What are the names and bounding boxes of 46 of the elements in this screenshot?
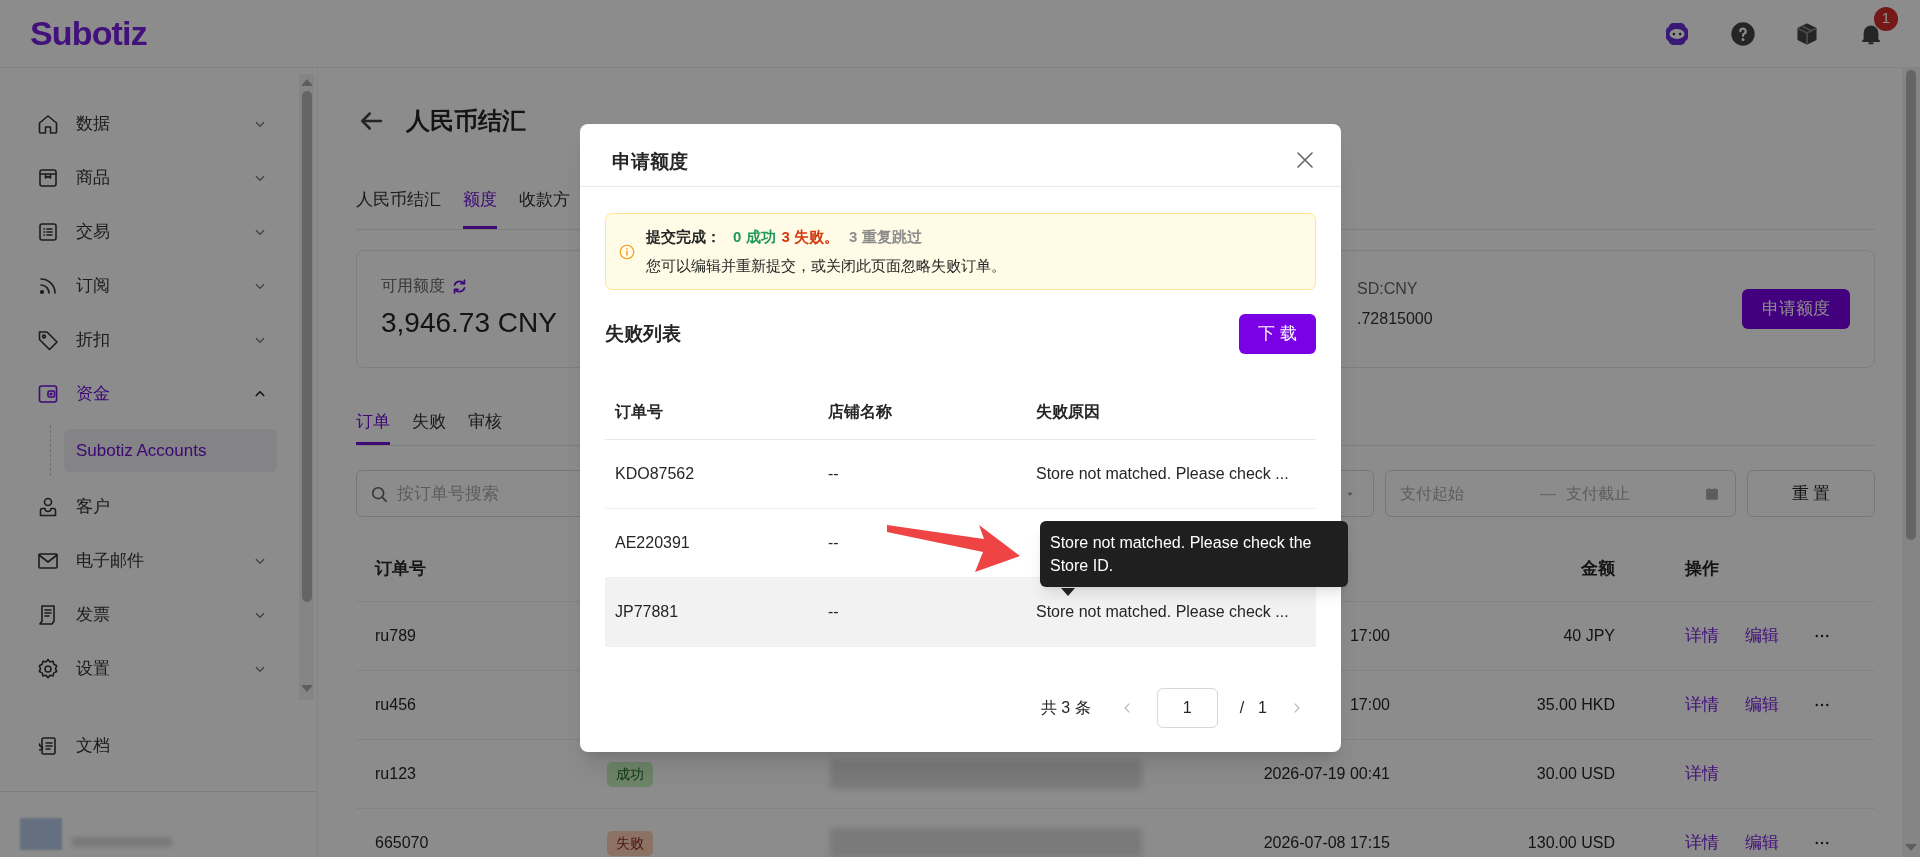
quota-amount: 3,946.73 CNY: [381, 306, 557, 340]
alert-title: 提交完成：: [646, 227, 721, 247]
table-cell-text: 665070: [374, 833, 430, 853]
column-header: 店铺名称: [827, 401, 893, 422]
page-count: 1: [1258, 698, 1267, 718]
table-cell-text: 17:00: [1349, 626, 1390, 646]
page-separator: /: [1239, 698, 1245, 718]
table-cell-text: 17:00: [1349, 695, 1390, 715]
table-cell-text: ru456: [374, 695, 417, 715]
section-title: 失败列表: [605, 321, 681, 346]
column-header: 失败原因: [1035, 401, 1101, 422]
table-cell-text: ru123: [374, 764, 417, 784]
table-cell: --: [828, 603, 839, 620]
table-cell-text: 40 JPY: [1563, 626, 1615, 646]
status-tag: 成功: [607, 761, 653, 787]
column-header: 订单号: [373, 557, 427, 580]
table-cell-text: 35.00 HKD: [1536, 695, 1615, 715]
table-cell-text: 130.00 USD: [1527, 833, 1615, 853]
table-cell: KDO87562: [615, 465, 695, 482]
table-cell: --: [828, 534, 839, 551]
table-cell: AE220391: [615, 534, 690, 551]
table-cell-text: Store not matched. Please check ...: [1036, 464, 1289, 484]
column-header: 金额: [1580, 557, 1616, 580]
table-cell-text: 30.00 USD: [1536, 764, 1615, 784]
dialog-title: 申请额度: [612, 149, 688, 174]
success-count: 0 成功: [733, 227, 776, 247]
table-cell-text: 2026-07-19 00:41: [1263, 764, 1390, 784]
table-cell-text: ru789: [374, 626, 417, 646]
table-cell-text: Store not matched. Please check ...: [1036, 602, 1289, 622]
quota-label: 可用额度: [381, 276, 445, 296]
column-header: 操作: [1683, 557, 1720, 580]
status-tag: 失败: [607, 830, 653, 856]
page-title: 人民币结汇: [406, 106, 526, 136]
total-count: 共 3 条: [1040, 698, 1091, 718]
exchange-rate-value: .72815000: [1357, 309, 1433, 329]
table-cell-text: 2026-07-08 17:15: [1263, 833, 1390, 853]
tooltip: Store not matched. Please check the Store ID.: [1040, 521, 1348, 587]
date-separator: —: [1540, 483, 1556, 504]
failure-count: 3 失败。: [781, 227, 840, 247]
alert-message: 您可以编辑并重新提交，或关闭此页面忽略失败订单。: [646, 255, 1006, 276]
table-cell: JP77881: [615, 603, 679, 620]
notification-badge: 1: [1874, 6, 1898, 31]
skipped-count: 3 重复跳过: [849, 227, 922, 247]
exchange-rate-label: SD:CNY: [1357, 279, 1418, 299]
column-header: 订单号: [613, 401, 664, 422]
table-cell: --: [828, 465, 839, 482]
